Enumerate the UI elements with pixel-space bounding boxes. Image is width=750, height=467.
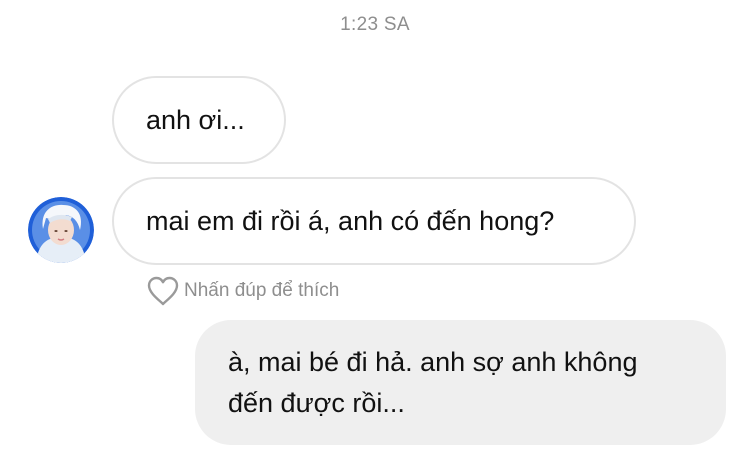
message-text: anh ơi... bbox=[146, 104, 245, 135]
incoming-message-bubble[interactable]: anh ơi... bbox=[112, 76, 286, 164]
avatar-image bbox=[28, 197, 94, 263]
message-text: mai em đi rồi á, anh có đến hong? bbox=[146, 205, 555, 236]
like-hint-label: Nhấn đúp để thích bbox=[184, 280, 340, 301]
message-text-line: à, mai bé đi hả. anh sợ anh không bbox=[228, 347, 638, 377]
double-tap-like-hint[interactable]: Nhấn đúp để thích bbox=[146, 274, 339, 308]
sender-avatar[interactable] bbox=[28, 197, 94, 263]
message-timestamp: 1:23 SA bbox=[340, 14, 410, 35]
outgoing-message-bubble[interactable]: à, mai bé đi hả. anh sợ anh không đến đư… bbox=[195, 320, 726, 445]
incoming-message-bubble[interactable]: mai em đi rồi á, anh có đến hong? bbox=[112, 177, 636, 265]
heart-icon[interactable] bbox=[146, 275, 180, 307]
message-text-line: đến được rồi... bbox=[228, 388, 405, 418]
